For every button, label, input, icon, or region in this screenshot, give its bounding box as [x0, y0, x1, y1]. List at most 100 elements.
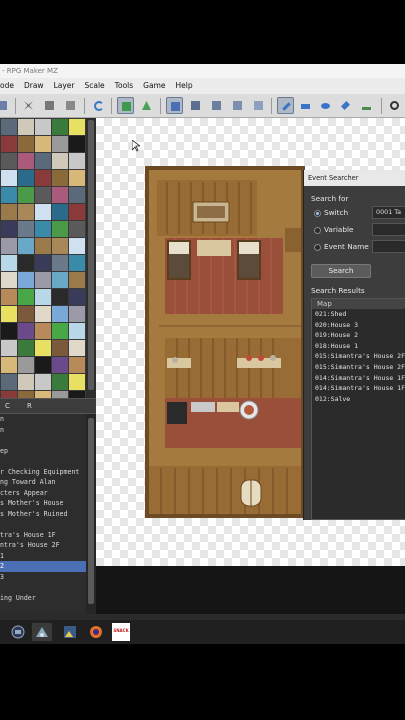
- tile-swatch[interactable]: [69, 238, 85, 254]
- tile-swatch[interactable]: [69, 153, 85, 169]
- tile-swatch[interactable]: [35, 306, 51, 322]
- menu-game[interactable]: Game: [138, 78, 170, 94]
- save-icon[interactable]: [0, 97, 11, 114]
- tile-swatch[interactable]: [35, 374, 51, 390]
- tile-swatch[interactable]: [18, 238, 34, 254]
- variable-radio[interactable]: [314, 227, 321, 234]
- variable-field[interactable]: [372, 223, 405, 236]
- pencil-icon[interactable]: [277, 97, 294, 114]
- menu-draw[interactable]: Draw: [19, 78, 49, 94]
- tile-swatch[interactable]: [69, 306, 85, 322]
- map-tree-item[interactable]: ng Toward Alan: [0, 477, 86, 488]
- search-result-row[interactable]: 015:Simantra's House 2F: [312, 362, 405, 373]
- map-tree-item[interactable]: 1: [0, 551, 86, 562]
- tile-swatch[interactable]: [69, 357, 85, 373]
- tile-swatch[interactable]: [35, 272, 51, 288]
- map-tree-item[interactable]: [0, 435, 86, 446]
- map-tree-item[interactable]: cters Appear: [0, 488, 86, 499]
- shadow-pen-icon[interactable]: [358, 97, 375, 114]
- map-tree-item[interactable]: ntra's House 2F: [0, 540, 86, 551]
- tile-swatch[interactable]: [52, 255, 68, 271]
- tile-swatch[interactable]: [1, 187, 17, 203]
- tile-swatch[interactable]: [18, 272, 34, 288]
- map-tree-item[interactable]: [0, 456, 86, 467]
- search-result-row[interactable]: 015:Simantra's House 2F: [312, 351, 405, 362]
- tile-swatch[interactable]: [18, 391, 34, 398]
- tile-swatch[interactable]: [18, 323, 34, 339]
- tile-swatch[interactable]: [69, 119, 85, 135]
- tile-swatch[interactable]: [18, 357, 34, 373]
- tile-swatch[interactable]: [1, 272, 17, 288]
- tile-swatch[interactable]: [52, 289, 68, 305]
- tile-swatch[interactable]: [69, 340, 85, 356]
- tile-swatch[interactable]: [1, 306, 17, 322]
- tile-swatch[interactable]: [18, 170, 34, 186]
- tile-swatch[interactable]: [18, 153, 34, 169]
- event-mode-icon[interactable]: [138, 97, 155, 114]
- map-tree-item[interactable]: s Mother's Ruined: [0, 509, 86, 520]
- tile-swatch[interactable]: [52, 374, 68, 390]
- menu-tools[interactable]: Tools: [110, 78, 138, 94]
- search-result-row[interactable]: 018:House 1: [312, 341, 405, 352]
- tile-swatch[interactable]: [69, 170, 85, 186]
- map-tree-item[interactable]: n: [0, 425, 86, 436]
- tile-swatch[interactable]: [1, 289, 17, 305]
- tile-swatch[interactable]: [18, 136, 34, 152]
- search-result-row[interactable]: 021:Shed: [312, 309, 405, 320]
- layer-1-icon[interactable]: [187, 97, 204, 114]
- tile-swatch[interactable]: [18, 255, 34, 271]
- tile-swatch[interactable]: [35, 255, 51, 271]
- tile-swatch[interactable]: [52, 306, 68, 322]
- tile-swatch[interactable]: [18, 374, 34, 390]
- map-preview[interactable]: [145, 166, 305, 518]
- tile-swatch[interactable]: [52, 136, 68, 152]
- menu-help[interactable]: Help: [170, 78, 197, 94]
- search-result-row[interactable]: 014:Simantra's House 1F: [312, 383, 405, 394]
- tile-swatch[interactable]: [18, 289, 34, 305]
- map-tree-scrollbar[interactable]: [86, 414, 96, 614]
- tile-swatch[interactable]: [69, 323, 85, 339]
- map-mode-icon[interactable]: [117, 97, 134, 114]
- paste-icon[interactable]: [62, 97, 79, 114]
- tile-swatch[interactable]: [69, 221, 85, 237]
- cut-icon[interactable]: [20, 97, 37, 114]
- tile-swatch[interactable]: [52, 204, 68, 220]
- tile-swatch[interactable]: [69, 391, 85, 398]
- results-header-map[interactable]: Map: [312, 299, 405, 309]
- map-tree-item[interactable]: n: [0, 414, 86, 425]
- tile-swatch[interactable]: [1, 153, 17, 169]
- tile-swatch[interactable]: [1, 323, 17, 339]
- tile-swatch[interactable]: [52, 221, 68, 237]
- layer-3-icon[interactable]: [229, 97, 246, 114]
- layer-4-icon[interactable]: [250, 97, 267, 114]
- tile-swatch[interactable]: [52, 357, 68, 373]
- tile-swatch[interactable]: [35, 136, 51, 152]
- tile-swatch[interactable]: [1, 391, 17, 398]
- tile-swatch[interactable]: [35, 204, 51, 220]
- app-icon[interactable]: SNACK: [112, 623, 130, 641]
- tile-swatch[interactable]: [69, 255, 85, 271]
- tile-swatch[interactable]: [1, 221, 17, 237]
- rectangle-icon[interactable]: [297, 97, 314, 114]
- tile-swatch[interactable]: [18, 119, 34, 135]
- fill-icon[interactable]: [337, 97, 354, 114]
- tile-swatch[interactable]: [69, 204, 85, 220]
- tile-swatch[interactable]: [1, 136, 17, 152]
- map-tree-item[interactable]: [0, 519, 86, 530]
- photos-icon[interactable]: [60, 623, 80, 641]
- event-name-radio[interactable]: [314, 244, 321, 251]
- search-result-row[interactable]: 019:House 2: [312, 330, 405, 341]
- tile-swatch[interactable]: [52, 340, 68, 356]
- tile-swatch[interactable]: [35, 289, 51, 305]
- switch-radio[interactable]: [314, 210, 321, 217]
- layer-2-icon[interactable]: [208, 97, 225, 114]
- tile-swatch[interactable]: [1, 119, 17, 135]
- map-tree-item[interactable]: [0, 582, 86, 593]
- tile-swatch[interactable]: [52, 238, 68, 254]
- tile-swatch[interactable]: [18, 340, 34, 356]
- switch-field[interactable]: 0001 Ta: [372, 206, 405, 219]
- search-result-row[interactable]: 020:House 3: [312, 320, 405, 331]
- tile-swatch[interactable]: [35, 153, 51, 169]
- tile-swatch[interactable]: [52, 187, 68, 203]
- map-tree-item[interactable]: 2: [0, 561, 86, 572]
